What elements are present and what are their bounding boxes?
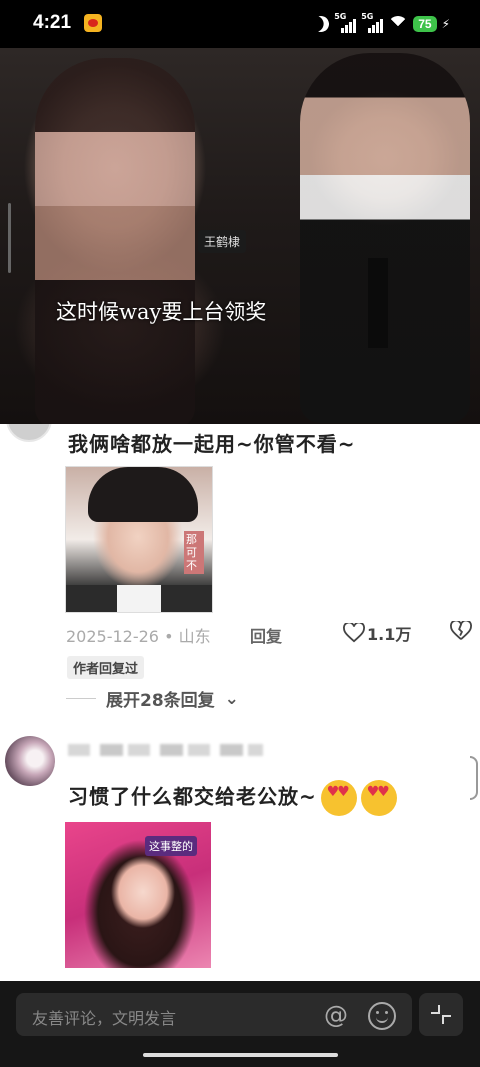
status-icons: 5G 5G 75 ⚡ [311,12,450,35]
weibo-notification-icon [84,14,102,32]
comment-date: 2025-12-26 [66,627,159,646]
image-shirt [66,585,212,612]
comment-meta: 2025-12-26 • 山东 [66,627,211,646]
comment-image[interactable]: 这事整的 [65,822,211,968]
comment-input[interactable]: 友善评论，文明发言 @ [16,993,412,1036]
collapse-icon [431,1005,451,1024]
image-hair [88,467,198,522]
broken-heart-icon [450,619,472,645]
charging-icon: ⚡ [441,17,450,31]
like-count: 1.1万 [367,625,412,644]
battery-level: 75 [413,16,437,32]
expand-replies-button[interactable]: 展开28条回复 ⌄ [66,686,239,711]
blurred-username [68,744,263,756]
moon-icon [311,14,332,35]
comment-input-bar: 友善评论，文明发言 @ [0,981,480,1067]
chevron-down-icon: ⌄ [224,688,239,709]
video-person-left [35,58,195,424]
like-button[interactable]: 1.1万 [343,621,411,645]
comment-placeholder: 友善评论，文明发言 [32,1009,177,1028]
heart-eyes-emoji-icon [360,780,397,816]
image-tag: 那可不 [184,531,204,574]
comment-location: 山东 [178,627,211,646]
collapse-button[interactable] [419,993,463,1036]
seat-label: 王鹤棣 [198,230,247,253]
image-stamp: 这事整的 [145,836,197,856]
emoji-icon[interactable] [368,1002,396,1030]
comment-text-body: 习惯了什么都交给老公放~ [68,784,317,809]
status-bar: 4:21 5G 5G 75 ⚡ [0,0,480,48]
comment-image[interactable]: 那可不 [65,466,213,613]
comment-text: 我俩啥都放一起用~你管不看~ [68,432,356,456]
home-indicator[interactable] [143,1053,338,1057]
mention-icon[interactable]: @ [324,1001,348,1029]
video-caption: 这时候way要上台领奖 [56,300,267,324]
clock: 4:21 [33,12,72,33]
divider [66,698,96,699]
avatar[interactable] [6,424,52,442]
author-replied-badge: 作者回复过 [67,656,145,679]
wifi-icon [388,16,408,32]
signal-icon: 5G [334,12,357,33]
video-player[interactable]: 王鹤棣 这时候way要上台领奖 [0,48,480,424]
heart-icon [343,623,365,643]
avatar[interactable] [5,736,55,786]
video-tie [368,258,388,348]
edge-swipe-handle[interactable] [470,756,478,800]
signal-icon-2: 5G [361,12,384,33]
heart-eyes-emoji-icon [320,780,357,816]
video-progress-handle[interactable] [8,203,11,273]
comment-list[interactable]: 我俩啥都放一起用~你管不看~ 那可不 2025-12-26 • 山东 回复 1.… [0,424,480,981]
expand-replies-label: 展开28条回复 [106,691,215,711]
comment-text: 习惯了什么都交给老公放~ [68,780,397,816]
dislike-button[interactable] [450,619,472,645]
video-person-right [300,53,470,423]
reply-button[interactable]: 回复 [250,623,282,647]
